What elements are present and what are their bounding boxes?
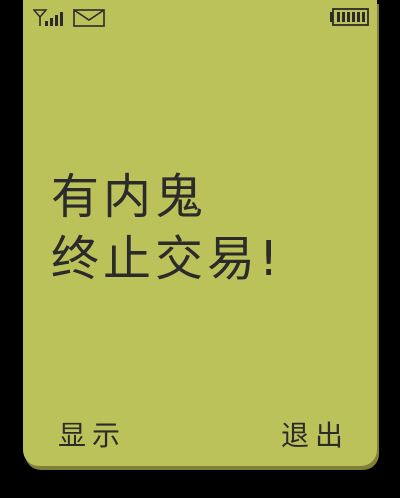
phone-screen: 有内鬼 终止交易! 显示 退出 — [23, 0, 377, 466]
battery-full-icon — [330, 8, 369, 26]
softkey-bar: 显示 退出 — [23, 416, 377, 456]
show-softkey[interactable]: 显示 — [58, 416, 126, 456]
signal-strength-icon — [33, 9, 63, 26]
message-line-2: 终止交易! — [51, 231, 283, 287]
exit-softkey[interactable]: 退出 — [281, 416, 349, 456]
message-text: 有内鬼 终止交易! — [51, 166, 282, 290]
message-line-1: 有内鬼 — [51, 169, 208, 225]
status-bar — [23, 0, 377, 34]
envelope-icon — [73, 9, 105, 27]
